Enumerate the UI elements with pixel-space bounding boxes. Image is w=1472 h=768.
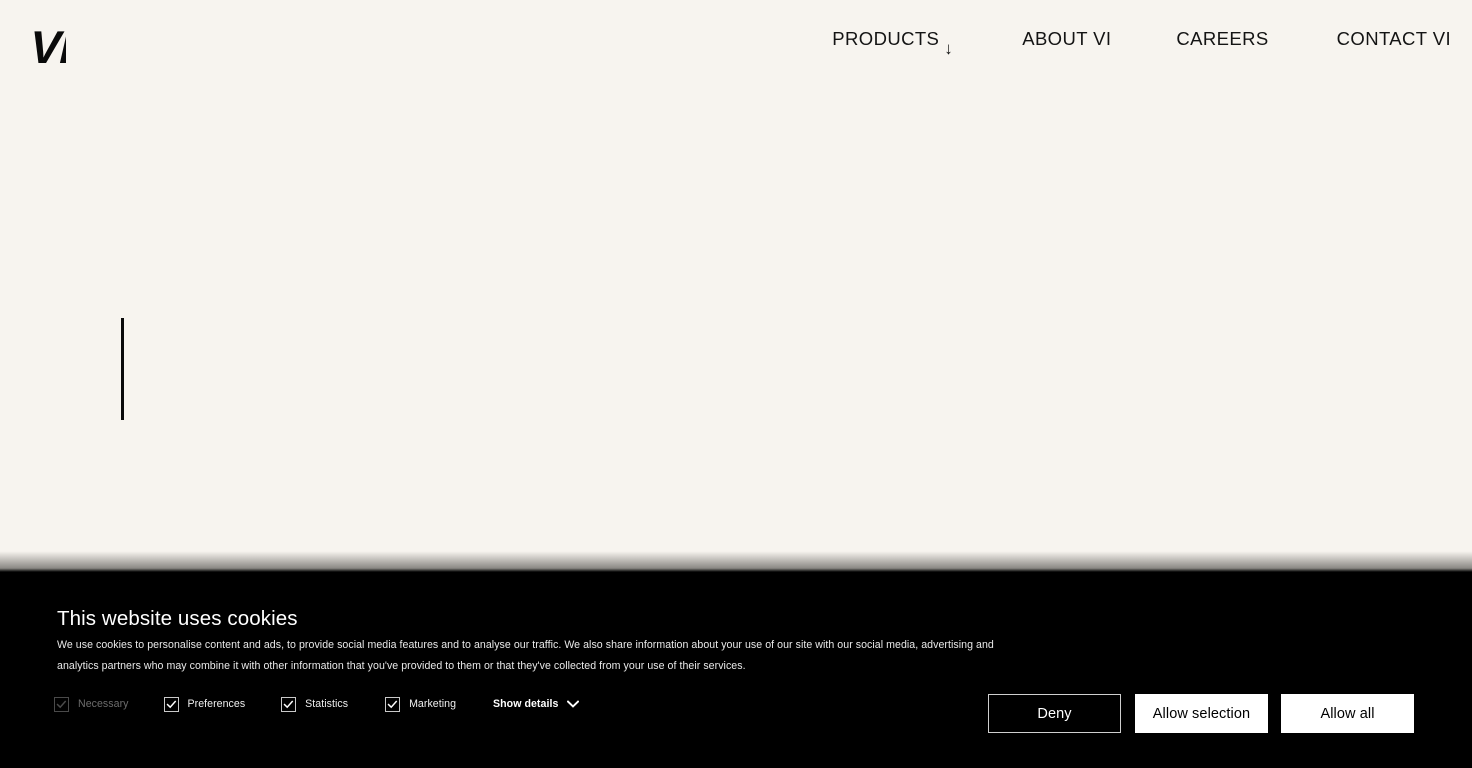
nav-item-about-vi[interactable]: ABOUT VI: [1022, 28, 1111, 50]
checkbox-checked-icon[interactable]: [281, 696, 297, 712]
arrow-down-icon: ↓: [944, 39, 954, 58]
vi-wordmark-logo[interactable]: VI: [30, 26, 66, 68]
nav-item-contact-vi-label: CONTACT VI: [1336, 28, 1451, 49]
nav-item-contact-vi[interactable]: CONTACT VI: [1337, 28, 1451, 50]
hero-section: [0, 92, 1472, 572]
logo-text: VI: [30, 26, 66, 68]
site-header: VI PRODUCTS ↓ ABOUT VI CAREERS CONTACT V…: [0, 0, 1472, 92]
nav-item-about-vi-label: ABOUT VI: [1022, 28, 1112, 49]
nav-item-products-label: PRODUCTS: [832, 28, 940, 49]
consent-label-necessary: Necessary: [78, 697, 129, 710]
text-cursor-caret: [121, 318, 124, 420]
checkbox-checked-icon[interactable]: [163, 696, 179, 712]
consent-checkbox-necessary[interactable]: Necessary: [54, 694, 129, 714]
nav-item-careers-label: CAREERS: [1176, 28, 1269, 49]
deny-button[interactable]: Deny: [988, 694, 1121, 733]
allow-all-button[interactable]: Allow all: [1281, 694, 1414, 733]
consent-checkbox-marketing[interactable]: Marketing: [385, 694, 456, 714]
consent-label-marketing: Marketing: [409, 697, 457, 710]
consent-label-statistics: Statistics: [305, 697, 349, 710]
cookie-banner-title: This website uses cookies: [57, 607, 298, 630]
show-details-toggle[interactable]: Show details: [493, 698, 580, 710]
chevron-down-icon: [567, 700, 580, 708]
cookie-banner-description: We use cookies to personalise content an…: [57, 639, 994, 672]
checkbox-checked-icon[interactable]: [54, 696, 69, 712]
nav-item-products[interactable]: PRODUCTS ↓: [832, 28, 953, 57]
show-details-label: Show details: [493, 698, 559, 710]
consent-label-preferences: Preferences: [187, 697, 246, 710]
consent-checkbox-preferences[interactable]: Preferences: [163, 694, 246, 714]
main-navigation: PRODUCTS ↓ ABOUT VI CAREERS CONTACT VI: [832, 28, 1451, 57]
checkbox-checked-icon[interactable]: [385, 696, 401, 712]
consent-checkbox-statistics[interactable]: Statistics: [281, 694, 348, 714]
cookie-consent-banner: This website uses cookies We use cookies…: [0, 572, 1472, 768]
consent-options-row: Necessary Preferences Statistics Marketi…: [54, 692, 580, 716]
allow-selection-button[interactable]: Allow selection: [1135, 694, 1268, 733]
cookie-banner-actions: Deny Allow selection Allow all: [988, 694, 1414, 733]
nav-item-careers[interactable]: CAREERS: [1176, 28, 1268, 50]
